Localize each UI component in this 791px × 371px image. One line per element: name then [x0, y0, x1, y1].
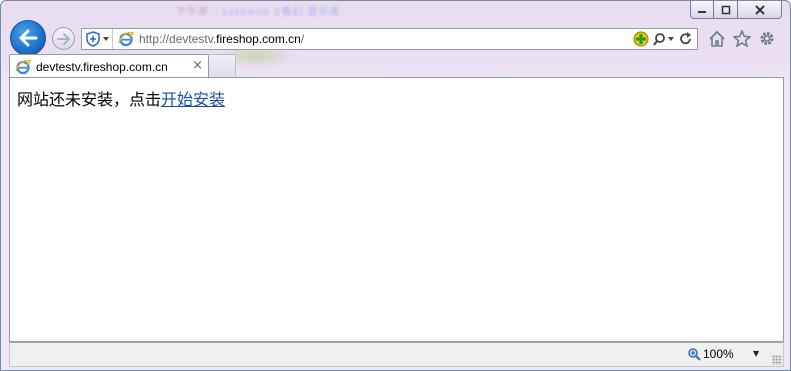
favorites-button[interactable]: [733, 30, 751, 47]
ie-page-icon: [118, 31, 134, 47]
zoom-icon: [688, 348, 701, 361]
shield-icon: [86, 31, 100, 47]
refresh-icon: [680, 32, 691, 45]
close-icon: [754, 4, 765, 15]
caption-buttons: [690, 1, 782, 19]
browser-window: 下午茶 - szshello 2看幻 音乐库 http://devtestv.f…: [0, 0, 791, 371]
tab-active[interactable]: devtestv.fireshop.com.cn ×: [9, 54, 209, 78]
compatibility-icon[interactable]: [633, 31, 649, 47]
status-bar: 100% ▼: [9, 342, 784, 367]
address-bar[interactable]: http://devtestv.fireshop.com.cn/: [81, 28, 698, 50]
zoom-control[interactable]: 100%: [687, 347, 734, 361]
home-button[interactable]: [708, 30, 726, 47]
tab-title: devtestv.fireshop.com.cn: [36, 59, 168, 74]
back-button[interactable]: [10, 20, 46, 56]
forward-button[interactable]: [52, 27, 75, 50]
maximize-button[interactable]: [714, 1, 738, 19]
chevron-down-icon: [103, 37, 109, 41]
star-icon: [733, 30, 751, 47]
zoom-level: 100%: [703, 347, 734, 361]
tools-button[interactable]: [758, 30, 776, 47]
minimize-button[interactable]: [690, 1, 714, 19]
home-icon: [709, 30, 725, 47]
close-button[interactable]: [738, 1, 782, 19]
forward-arrow-icon: [57, 32, 70, 45]
resize-grip[interactable]: [772, 355, 782, 365]
search-button[interactable]: [653, 32, 675, 46]
start-install-link[interactable]: 开始安装: [161, 90, 225, 109]
back-arrow-icon: [19, 29, 38, 47]
new-tab-button[interactable]: [209, 54, 236, 77]
gear-icon: [760, 32, 774, 45]
security-dropdown[interactable]: [82, 29, 113, 49]
maximize-icon: [721, 5, 730, 14]
minimize-icon: [698, 10, 706, 13]
install-message-text: 网站还未安装，点击: [17, 90, 162, 109]
refresh-button[interactable]: [679, 32, 693, 46]
address-bar-actions: [633, 30, 693, 48]
window-title: 下午茶 - szshello 2看幻 音乐库: [176, 7, 341, 18]
address-url: http://devtestv.fireshop.com.cn/: [139, 32, 305, 46]
tab-close-icon[interactable]: ×: [192, 58, 203, 73]
ie-tab-icon: [15, 59, 31, 75]
zoom-dropdown-icon[interactable]: ▼: [753, 349, 759, 358]
search-icon: [653, 33, 674, 46]
install-message: 网站还未安装，点击开始安装: [17, 86, 225, 110]
browser-commands: [708, 30, 776, 47]
page-content: 网站还未安装，点击开始安装: [9, 77, 784, 342]
